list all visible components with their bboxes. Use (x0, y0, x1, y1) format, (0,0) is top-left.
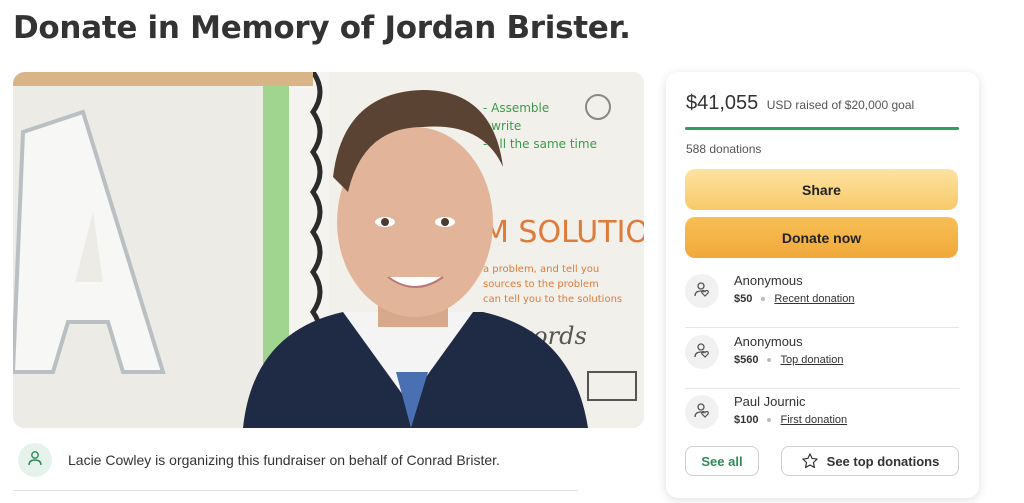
divider (685, 388, 959, 389)
donation-item: Anonymous $50 Recent donation (685, 270, 959, 328)
donation-item: Paul Journic $100 First donation (685, 391, 959, 449)
svg-text:- All the same time: - All the same time (483, 137, 597, 151)
star-icon (801, 452, 819, 470)
donation-amount: $100 (734, 414, 759, 426)
first-donation-link[interactable]: First donation (780, 414, 847, 426)
organizer-avatar (18, 443, 52, 477)
see-all-button[interactable]: See all (685, 446, 759, 476)
fundraiser-photo: - Assemble - write - All the same time M… (13, 72, 644, 428)
donation-meta: $50 Recent donation (734, 293, 854, 305)
raised-goal-text: USD raised of $20,000 goal (766, 98, 915, 112)
organizer-row: Lacie Cowley is organizing this fundrais… (18, 442, 578, 478)
donor-name: Paul Journic (734, 394, 806, 409)
raised-summary: $41,055 USD raised of $20,000 goal (686, 92, 914, 115)
donate-now-button[interactable]: Donate now (685, 217, 958, 258)
raised-amount: $41,055 (686, 92, 759, 114)
donation-item: Anonymous $560 Top donation (685, 331, 959, 389)
svg-text:a problem, and tell you: a problem, and tell you (483, 264, 599, 275)
donor-heart-icon (693, 401, 711, 424)
donor-avatar (685, 274, 719, 308)
separator-dot (767, 418, 772, 422)
separator-dot (767, 358, 772, 362)
donor-name: Anonymous (734, 334, 803, 349)
donor-name: Anonymous (734, 273, 803, 288)
user-heart-icon (26, 449, 44, 472)
donation-amount: $50 (734, 293, 753, 305)
share-button[interactable]: Share (685, 169, 958, 210)
svg-text:can tell you to the solutions: can tell you to the solutions (483, 294, 622, 305)
svg-text:- Assemble: - Assemble (483, 101, 549, 115)
donation-amount: $560 (734, 354, 759, 366)
progress-bar (685, 127, 959, 130)
see-top-donations-button[interactable]: See top donations (781, 446, 959, 476)
donor-avatar (685, 335, 719, 369)
svg-text:sources to the problem: sources to the problem (483, 279, 599, 290)
progress-fill (685, 127, 959, 130)
recent-donation-link[interactable]: Recent donation (774, 293, 854, 305)
top-donation-link[interactable]: Top donation (780, 354, 843, 366)
divider (685, 327, 959, 328)
donation-count: 588 donations (686, 142, 762, 156)
separator-dot (761, 297, 766, 301)
page-title: Donate in Memory of Jordan Brister. (13, 10, 631, 46)
donor-heart-icon (693, 341, 711, 364)
donation-meta: $100 First donation (734, 414, 847, 426)
svg-text:M SOLUTIO: M SOLUTIO (483, 215, 644, 250)
organizer-text: Lacie Cowley is organizing this fundrais… (68, 452, 500, 468)
donation-meta: $560 Top donation (734, 354, 843, 366)
donation-card: $41,055 USD raised of $20,000 goal 588 d… (666, 72, 979, 498)
see-top-donations-label: See top donations (826, 453, 940, 469)
divider (13, 490, 578, 491)
donor-avatar (685, 395, 719, 429)
donor-heart-icon (693, 280, 711, 303)
